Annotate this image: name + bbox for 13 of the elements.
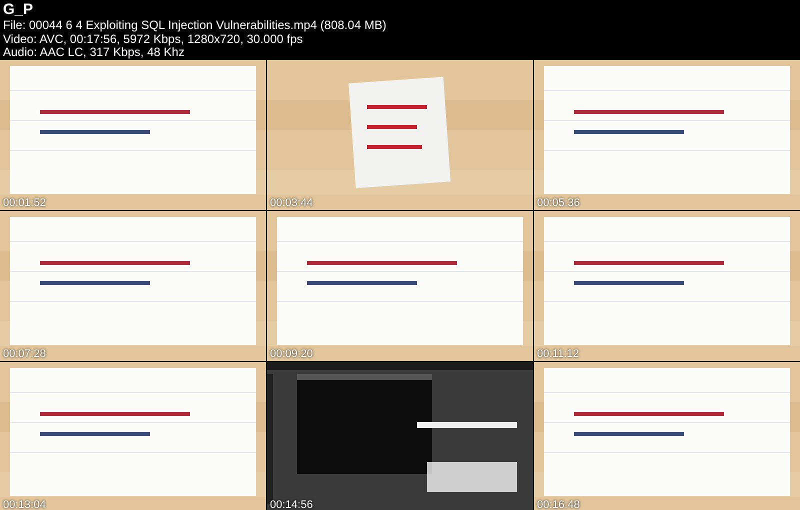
timestamp: 00:05:36 xyxy=(537,196,580,208)
timestamp: 00:09:20 xyxy=(270,348,313,360)
sheet-title: G_P xyxy=(3,1,34,19)
timestamp: 00:07:28 xyxy=(3,348,46,360)
timestamp: 00:14:56 xyxy=(270,498,313,510)
file-info: File: 00044 6 4 Exploiting SQL Injection Vulnerabilities.mp4 (808.04 MB) xyxy=(3,19,388,32)
timestamp: 00:03:44 xyxy=(270,196,313,208)
timestamp: 00:01:52 xyxy=(3,196,46,208)
timestamp: 00:11:12 xyxy=(537,348,580,360)
timestamp: 00:13:04 xyxy=(3,498,46,510)
file-info: Audio: AAC LC, 317 Kbps, 48 Khz xyxy=(3,46,186,60)
timestamp: 00:16:48 xyxy=(537,498,580,510)
file-info: Video: AVC, 00:17:56, 5972 Kbps, 1280x720, 30.000 fps xyxy=(3,32,304,46)
